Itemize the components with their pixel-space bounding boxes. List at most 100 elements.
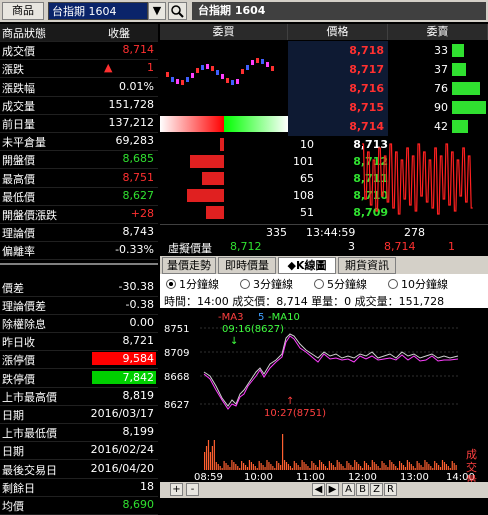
row-value: 2016/03/17	[90, 407, 154, 420]
legend-ma3: -MA3	[218, 312, 243, 323]
bid-row[interactable]: 65 8,711	[160, 170, 388, 187]
volume-bar	[213, 440, 215, 470]
volume-bar	[402, 465, 405, 470]
ask-row[interactable]: 8,718 33	[288, 41, 488, 60]
volume-bar	[375, 464, 377, 470]
row-value: 7,842	[92, 370, 156, 384]
volume-bar	[289, 466, 291, 470]
volume-bar	[243, 463, 245, 470]
row-label: 日期	[2, 445, 24, 459]
volume-bar	[369, 467, 371, 470]
price-tick: 8751	[164, 324, 189, 335]
volume-bar	[400, 463, 403, 470]
row-label: 最低價	[2, 190, 35, 204]
row-value: 2016/04/20	[90, 461, 154, 475]
mini-candle	[221, 74, 224, 79]
radio-dot	[166, 279, 176, 289]
b-button[interactable]: B	[356, 483, 369, 496]
volume-bar	[322, 464, 325, 470]
bid-row[interactable]: 101 8,712	[160, 153, 388, 170]
radio-1min[interactable]: 1分鐘線	[166, 276, 219, 291]
time-tick: 13:00	[400, 472, 429, 482]
product-tab[interactable]: 商品	[2, 2, 44, 20]
bid-row[interactable]: 51 8,709	[160, 204, 388, 221]
ask-row[interactable]: 8,717 37	[288, 60, 488, 79]
time-tick: 10:00	[244, 472, 273, 482]
row-value: 8,199	[122, 425, 155, 439]
scroll-right-button[interactable]: ▶	[326, 483, 339, 496]
radio-5min[interactable]: 5分鐘線	[314, 276, 367, 291]
table-row: 前日量 137,212	[0, 115, 158, 133]
search-button[interactable]	[168, 2, 187, 20]
title-bar: 台指期 1604	[192, 2, 486, 20]
volume-bar	[307, 466, 309, 470]
ask-row[interactable]: 8,715 90	[288, 98, 488, 117]
mini-candle	[201, 65, 204, 70]
row-label: 理論價差	[2, 299, 46, 313]
ask-volume-bar	[452, 101, 486, 114]
tab-futures-info[interactable]: 期貨資訊	[338, 257, 396, 274]
zoom-out-button[interactable]: -	[186, 483, 199, 496]
volume-bar	[354, 460, 356, 470]
tab-realtime[interactable]: 即時價量	[218, 257, 276, 274]
volume-bar	[268, 462, 270, 470]
volume-bar	[383, 463, 385, 470]
mini-candle	[186, 77, 189, 82]
annotation-high: 10:27(8751)	[264, 408, 326, 419]
volume-bar	[381, 461, 383, 470]
volume-bar	[211, 446, 213, 470]
z-button[interactable]: Z	[370, 483, 383, 496]
bid-row[interactable]: 10 8,713	[160, 136, 388, 153]
price-tick: 8668	[164, 372, 189, 383]
r-button[interactable]: R	[384, 483, 397, 496]
ask-row[interactable]: 8,716 76	[288, 79, 488, 98]
table-row: 跌停價 7,842	[0, 370, 158, 388]
ask-row[interactable]: 8,714 42	[288, 117, 488, 136]
volume-bar	[285, 462, 288, 470]
row-label: 開盤價漲跌	[2, 209, 57, 222]
ask-price: 8,714	[288, 117, 388, 136]
scroll-left-button[interactable]: ◀	[312, 483, 325, 496]
volume-bar	[445, 464, 447, 470]
volume-bar	[229, 467, 231, 470]
row-label: 最高價	[2, 172, 35, 186]
volume-bar	[250, 462, 252, 470]
table-header: 商品狀態 收盤	[0, 24, 158, 42]
ask-price: 8,718	[288, 41, 388, 60]
mini-candle	[241, 69, 244, 74]
symbol-input[interactable]: 台指期 1604	[48, 2, 148, 20]
row-label: 偏離率	[2, 245, 35, 259]
radio-10min[interactable]: 10分鐘線	[388, 276, 448, 291]
volume-bar	[278, 463, 280, 470]
virtual-price2: 8,714	[384, 240, 416, 253]
zoom-in-button[interactable]: +	[170, 483, 183, 496]
table-row: 最高價 8,751	[0, 170, 158, 188]
table-row: 均價 8,690	[0, 497, 158, 515]
chart-controls: + - ◀ ▶ A B Z R	[160, 482, 488, 498]
volume-label-1: 成	[466, 448, 477, 461]
volume-bar	[338, 462, 340, 470]
mini-candle	[261, 59, 264, 64]
tab-kline[interactable]: ◆K線圖	[278, 257, 336, 274]
volume-bar	[344, 468, 346, 470]
kline-chart[interactable]: 8751 8709 8668 8627 08:59 10:00 11:00 12:00 13:0…	[160, 308, 488, 482]
radio-3min[interactable]: 3分鐘線	[240, 276, 293, 291]
bid-row[interactable]: 108 8,710	[160, 187, 388, 204]
row-label: 價差	[2, 281, 24, 295]
row-value: 69,283	[115, 134, 155, 148]
volume-bar	[248, 460, 251, 470]
a-button[interactable]: A	[342, 483, 355, 496]
row-value: +28	[130, 207, 154, 220]
volume-bar	[266, 460, 268, 470]
mini-candle	[236, 79, 239, 84]
volume-bar	[336, 460, 338, 470]
volume-bar	[244, 465, 247, 470]
volume-bar	[410, 464, 412, 470]
row-label: 日期	[2, 409, 24, 422]
tab-price-volume[interactable]: 量價走勢	[162, 257, 216, 274]
ask-volume-bar	[452, 120, 468, 133]
legend-ma5: 5	[258, 312, 264, 323]
volume-bar	[432, 468, 434, 470]
row-label: 前日量	[2, 118, 35, 131]
dropdown-button[interactable]: ▼	[148, 2, 166, 20]
